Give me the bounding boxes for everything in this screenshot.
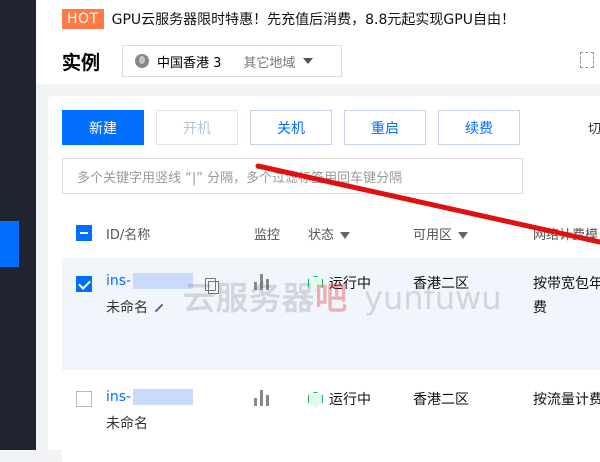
annotation-arrow-line — [255, 163, 600, 245]
annotation-line — [255, 163, 600, 245]
